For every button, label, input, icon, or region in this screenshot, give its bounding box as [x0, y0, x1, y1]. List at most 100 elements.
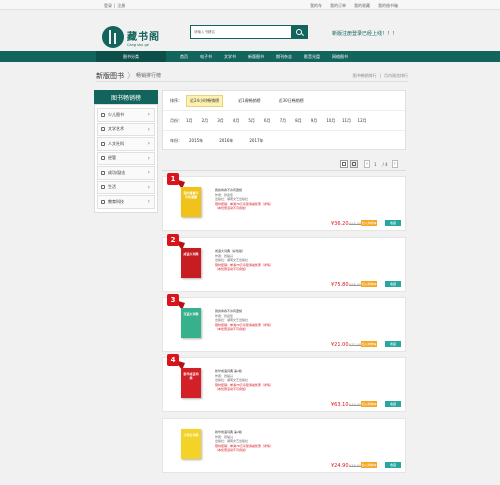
- page-current: 1: [374, 161, 377, 167]
- book-cover[interactable]: 新华成语词典: [181, 368, 201, 398]
- month-option[interactable]: 4月: [233, 116, 249, 126]
- sidebar-item-literature[interactable]: 文学艺术 ›: [97, 122, 155, 136]
- sidebar-item-life[interactable]: 生活 ›: [97, 180, 155, 194]
- sales-ranking-link[interactable]: 图书畅销排行: [353, 73, 377, 79]
- breadcrumb-separator: 〉: [127, 71, 135, 80]
- bookbox-link[interactable]: 我的借书箱: [378, 3, 398, 9]
- nav-literature[interactable]: 文学书: [224, 54, 236, 60]
- month-option[interactable]: 5月: [248, 116, 264, 126]
- month-option[interactable]: 3月: [217, 116, 233, 126]
- sort-24h[interactable]: 近24小时畅销榜: [186, 94, 224, 107]
- login-link[interactable]: 登录: [104, 3, 112, 9]
- nav-new-books[interactable]: 新版图书: [248, 54, 264, 60]
- month-option[interactable]: 8月: [295, 116, 311, 126]
- book-note: （本优惠活动不可叠加）: [215, 327, 249, 332]
- book-info: 成语大词典（彩色版） 作者：张楚兴 出版社：湖南文艺出版社 限时促销：单满78元…: [215, 249, 355, 272]
- add-to-cart-button[interactable]: 加入购物车: [361, 401, 377, 407]
- sidebar-item-children[interactable]: 少儿图书 ›: [97, 108, 155, 122]
- book-note: （本优惠活动不可叠加）: [215, 448, 249, 453]
- search-input[interactable]: [191, 26, 291, 38]
- next-page-button[interactable]: ›: [391, 160, 398, 168]
- book-note: （本优惠活动不可叠加）: [215, 387, 249, 392]
- year-option[interactable]: 2016年: [216, 136, 236, 146]
- nav-home[interactable]: 首页: [180, 54, 188, 60]
- register-link[interactable]: 注册: [117, 3, 125, 9]
- month-label: 月份：: [170, 117, 182, 123]
- nav-media[interactable]: 影音光盘: [304, 54, 320, 60]
- add-to-cart-button[interactable]: 加入购物车: [361, 220, 377, 226]
- book-info: 新华成语词典 第2版 作者：张楚兴 出版社：湖南文艺出版社 限时促销：单满78元…: [215, 369, 355, 392]
- sort-1week[interactable]: 近1周畅销榜: [235, 96, 264, 106]
- chevron-right-icon: ›: [147, 154, 150, 162]
- reading-ranking-link[interactable]: 月内阅览排行: [384, 73, 408, 79]
- prev-page-button[interactable]: ‹: [364, 160, 370, 168]
- rank-badge: 1: [167, 173, 185, 189]
- cart-link[interactable]: 我的车: [310, 3, 322, 9]
- top-bar: 登录 | 注册 我的车 我的订单 我的收藏 我的借书箱: [0, 0, 500, 10]
- book-card[interactable]: 小学生词典 新华成语词典 第2版 作者：张楚兴 出版社：湖南文艺出版社 限时促销…: [162, 418, 406, 473]
- book-info: 新华成语词典 第2版 作者：张楚兴 出版社：湖南文艺出版社 限时促销：单满78元…: [215, 430, 355, 453]
- sidebar-item-success[interactable]: 成功/励志 ›: [97, 166, 155, 180]
- favorite-button[interactable]: 收藏: [385, 462, 401, 468]
- search-button[interactable]: [291, 26, 307, 38]
- add-to-cart-button[interactable]: 加入购物车: [361, 462, 377, 468]
- rank-badge: 3: [167, 294, 185, 310]
- book-cover[interactable]: 小学生词典: [181, 429, 201, 459]
- add-to-cart-button[interactable]: 加入购物车: [361, 341, 377, 347]
- sidebar-item-management[interactable]: 经管 ›: [97, 151, 155, 165]
- page-total: / 4: [382, 161, 388, 167]
- book-price: ¥75.80: [331, 282, 349, 288]
- month-option[interactable]: 9月: [311, 116, 327, 126]
- search-box: [190, 25, 308, 39]
- rank-number: 4: [167, 354, 179, 366]
- book-price: ¥63.10: [331, 402, 349, 408]
- book-card[interactable]: 4 新华成语词典 新华成语词典 第2版 作者：张楚兴 出版社：湖南文艺出版社 限…: [162, 354, 406, 412]
- year-option[interactable]: 2015年: [186, 136, 206, 146]
- month-option[interactable]: 1月: [186, 116, 202, 126]
- month-option[interactable]: 2月: [202, 116, 218, 126]
- grid-view-button[interactable]: [340, 160, 348, 168]
- category-menu[interactable]: 图书分类: [96, 51, 166, 62]
- sidebar-item-label: 生活: [108, 184, 116, 190]
- breadcrumb: 新版图书 〉 畅销排行榜 图书畅销排行 | 月内阅览排行: [96, 70, 408, 82]
- book-info: 我的青春不许有遗憾 作者：张嘉佳 出版社：湖南文艺出版社 限时促销：单满78元享…: [215, 309, 355, 332]
- add-to-cart-button[interactable]: 加入购物车: [361, 281, 377, 287]
- divider: [162, 170, 406, 171]
- month-option[interactable]: 11月: [342, 116, 358, 126]
- chevron-right-icon: ›: [147, 183, 150, 191]
- book-cover[interactable]: 成语大词典: [181, 248, 201, 278]
- favorite-button[interactable]: 收藏: [385, 401, 401, 407]
- month-option[interactable]: 10月: [326, 116, 342, 126]
- book-card[interactable]: 1 我的青春不许有遗憾 我的青春不许有遗憾 作者：张嘉佳 出版社：湖南文艺出版社…: [162, 173, 406, 231]
- list-view-button[interactable]: [350, 160, 358, 168]
- account-links: 登录 | 注册: [104, 3, 125, 9]
- grid-icon: [342, 162, 346, 166]
- year-option[interactable]: 2017年: [246, 136, 266, 146]
- month-option[interactable]: 6月: [264, 116, 280, 126]
- cover-title: 新华成语词典: [183, 372, 199, 380]
- sort-30days[interactable]: 近30日畅销榜: [276, 96, 307, 106]
- promo-text[interactable]: 新版注册登录已经上线！！！: [332, 30, 397, 37]
- favorites-link[interactable]: 我的收藏: [354, 3, 370, 9]
- book-card[interactable]: 2 成语大词典 成语大词典（彩色版） 作者：张楚兴 出版社：湖南文艺出版社 限时…: [162, 234, 406, 292]
- breadcrumb-root[interactable]: 新版图书: [96, 71, 124, 81]
- nav-online-books[interactable]: 网络图书: [332, 54, 348, 60]
- book-note: （本优惠活动不可叠加）: [215, 206, 249, 211]
- nav-ebooks[interactable]: 电子书: [200, 54, 212, 60]
- book-card[interactable]: 3 汉语大词典 我的青春不许有遗憾 作者：张嘉佳 出版社：湖南文艺出版社 限时促…: [162, 294, 406, 352]
- month-option[interactable]: 7月: [280, 116, 296, 126]
- book-cover[interactable]: 我的青春不许有遗憾: [181, 187, 201, 217]
- book-cover[interactable]: 汉语大词典: [181, 308, 201, 338]
- month-option[interactable]: 12月: [358, 116, 374, 126]
- orders-link[interactable]: 我的订单: [330, 3, 346, 9]
- favorite-button[interactable]: 收藏: [385, 341, 401, 347]
- sidebar-item-humanities[interactable]: 人文社科 ›: [97, 137, 155, 151]
- favorite-button[interactable]: 收藏: [385, 281, 401, 287]
- category-icon: [101, 112, 105, 117]
- favorite-button[interactable]: 收藏: [385, 220, 401, 226]
- logo[interactable]: 藏书阁 Cang shu ge: [102, 24, 162, 50]
- nav-magazines[interactable]: 期刊杂志: [276, 54, 292, 60]
- category-icon: [101, 127, 105, 132]
- chevron-right-icon: ›: [147, 125, 150, 133]
- sidebar-item-education[interactable]: 教育科技 ›: [97, 195, 155, 209]
